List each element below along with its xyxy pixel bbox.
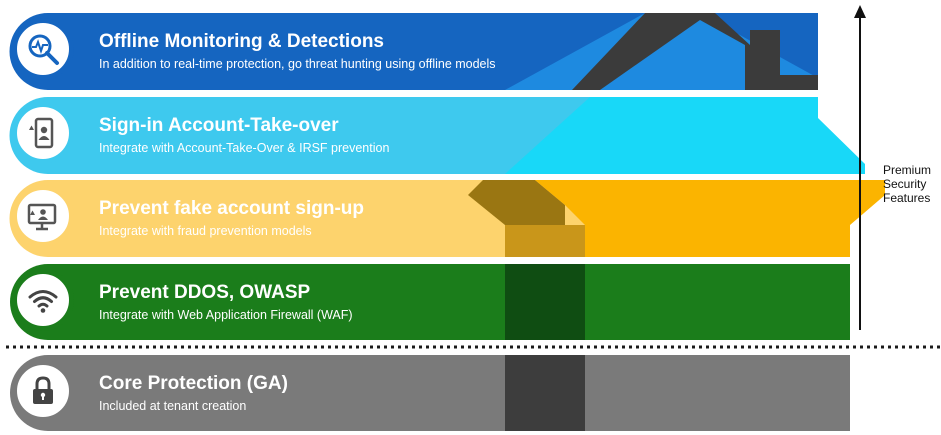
layer-ddos-owasp: Prevent DDOS, OWASP Integrate with Web A… (0, 264, 850, 340)
layer-fake-signup: Prevent fake account sign-up Integrate w… (0, 180, 850, 256)
layer-title: Prevent fake account sign-up (99, 198, 365, 219)
layer-subtitle: In addition to real-time protection, go … (99, 57, 496, 71)
layer-subtitle: Integrate with Account-Take-Over & IRSF … (99, 141, 390, 155)
lock-icon (12, 360, 74, 422)
premium-arrow-head (854, 5, 866, 18)
layer-title: Prevent DDOS, OWASP (99, 282, 311, 303)
layer-subtitle: Included at tenant creation (99, 399, 247, 413)
premium-label-line: Security (883, 177, 927, 191)
layer-subtitle: Integrate with Web Application Firewall … (99, 308, 353, 322)
layer-sign-in-ato: Sign-in Account-Take-over Integrate with… (0, 97, 818, 173)
layer-title: Offline Monitoring & Detections (99, 31, 384, 52)
layer-subtitle: Integrate with fraud prevention models (99, 224, 312, 238)
security-layers-diagram: Offline Monitoring & Detections In addit… (0, 0, 941, 435)
premium-label-line: Premium (883, 163, 932, 177)
layer-offline-monitoring: Offline Monitoring & Detections In addit… (0, 13, 818, 89)
layer-title: Sign-in Account-Take-over (99, 115, 339, 136)
layer-core-protection: Core Protection (GA) Included at tenant … (0, 355, 850, 431)
layer-title: Core Protection (GA) (99, 373, 288, 394)
magnifier-pulse-icon (12, 18, 74, 80)
phone-user-alert-icon (12, 102, 74, 164)
monitor-user-alert-icon (12, 185, 74, 247)
premium-label-line: Features (883, 191, 931, 205)
premium-security-label: Premium Security Features (883, 163, 941, 205)
wifi-icon (12, 269, 74, 331)
